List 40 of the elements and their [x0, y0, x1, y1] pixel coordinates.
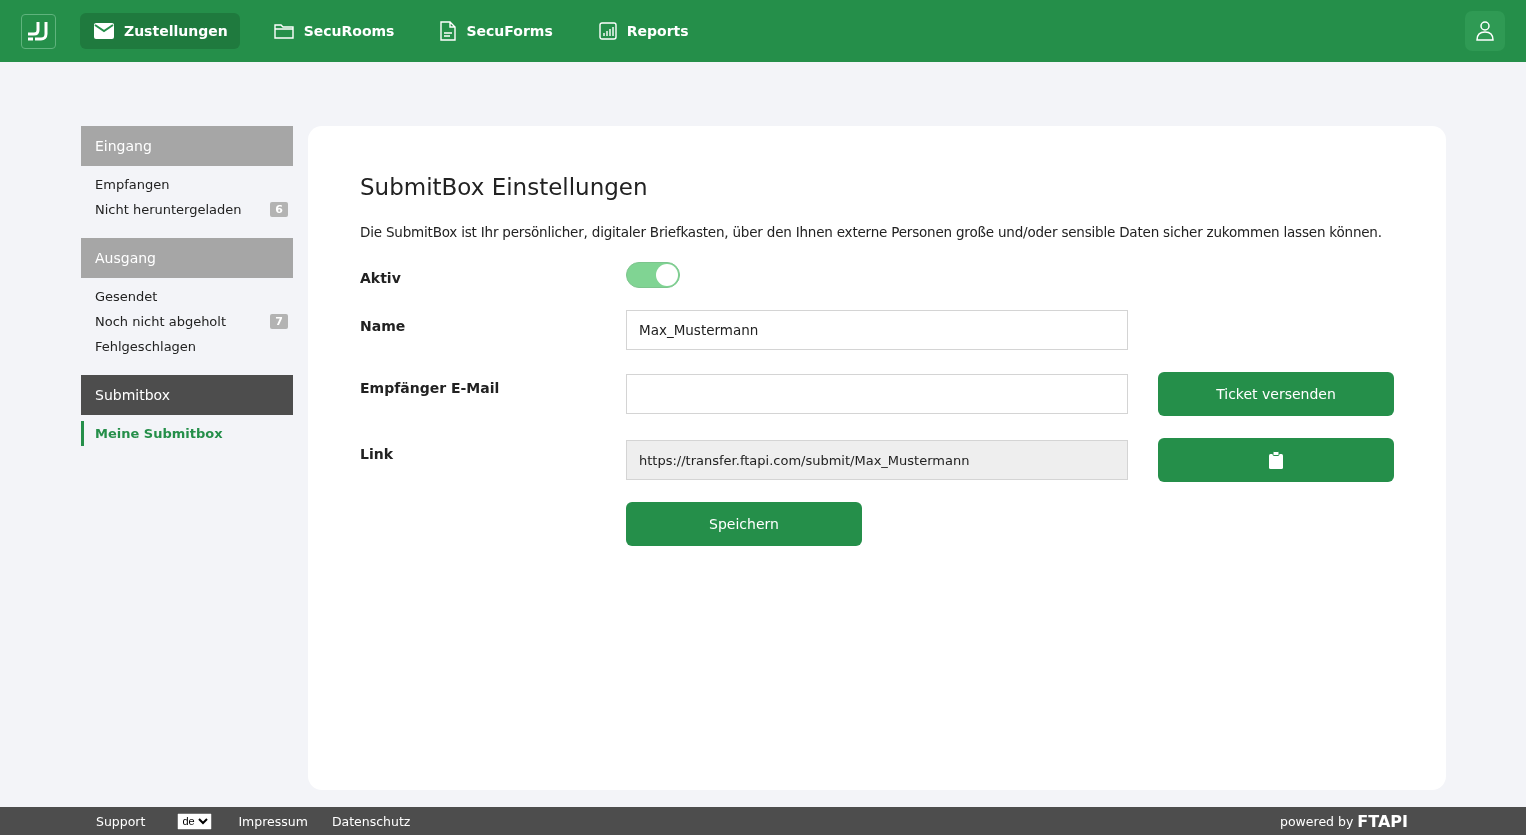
field-label: Link — [360, 445, 394, 464]
copy-button[interactable] — [1158, 438, 1394, 482]
field-label: Name — [360, 317, 407, 336]
nav-tab[interactable]: SecuForms — [426, 13, 565, 49]
nav-tab[interactable]: Zustellungen — [80, 13, 240, 49]
footer-link[interactable]: Datenschutz — [331, 813, 411, 829]
input-field[interactable]: Max_Mustermann — [626, 310, 1128, 350]
user-button[interactable] — [1465, 11, 1505, 51]
folder-icon — [273, 23, 294, 39]
nav-tab[interactable]: Reports — [584, 13, 701, 49]
sidebar-item[interactable]: Fehlgeschlagen — [81, 334, 293, 359]
save-button[interactable]: Speichern — [626, 502, 862, 546]
input-field[interactable] — [626, 374, 1128, 414]
sidebar-group-header[interactable]: Submitbox — [81, 375, 293, 415]
count-badge: 7 — [270, 314, 288, 329]
nav-tab[interactable]: SecuRooms — [259, 13, 407, 49]
person-icon — [1476, 21, 1494, 41]
field-label: Empfänger E-Mail — [360, 379, 501, 398]
clipboard-icon — [1269, 451, 1283, 469]
sidebar-item[interactable]: Meine Submitbox — [81, 421, 293, 446]
count-badge: 6 — [270, 202, 288, 217]
document-icon — [440, 21, 457, 41]
language-select[interactable]: de — [177, 812, 213, 830]
sidebar-item[interactable]: Empfangen — [81, 172, 293, 197]
footer-link[interactable]: Support — [96, 813, 146, 829]
toggle-switch[interactable] — [626, 262, 680, 288]
footer-link[interactable]: Impressum — [238, 813, 308, 829]
chart-icon — [598, 22, 617, 40]
sidebar-item[interactable]: Noch nicht abgeholt 7 — [81, 309, 293, 334]
description-text: Die SubmitBox ist Ihr persönlicher, digitaler Briefkasten, über den Ihnen externe Personen große und/oder sensible Daten sicher zukommen lassen können. — [360, 224, 1383, 240]
powered-by-text: powered by — [1280, 813, 1354, 829]
sidebar-item[interactable]: Nicht heruntergeladen 6 — [81, 197, 293, 222]
input-field[interactable]: https://transfer.ftapi.com/submit/Max_Mustermann — [626, 440, 1128, 480]
page-title: SubmitBox Einstellungen — [360, 174, 649, 200]
envelope-icon — [94, 23, 114, 39]
send-button[interactable]: Ticket versenden — [1158, 372, 1394, 416]
brand-logo: FTAPI — [1357, 811, 1408, 831]
field-label: Aktiv — [360, 269, 402, 288]
sidebar-item[interactable]: Gesendet — [81, 284, 293, 309]
logo-icon[interactable] — [21, 13, 56, 49]
